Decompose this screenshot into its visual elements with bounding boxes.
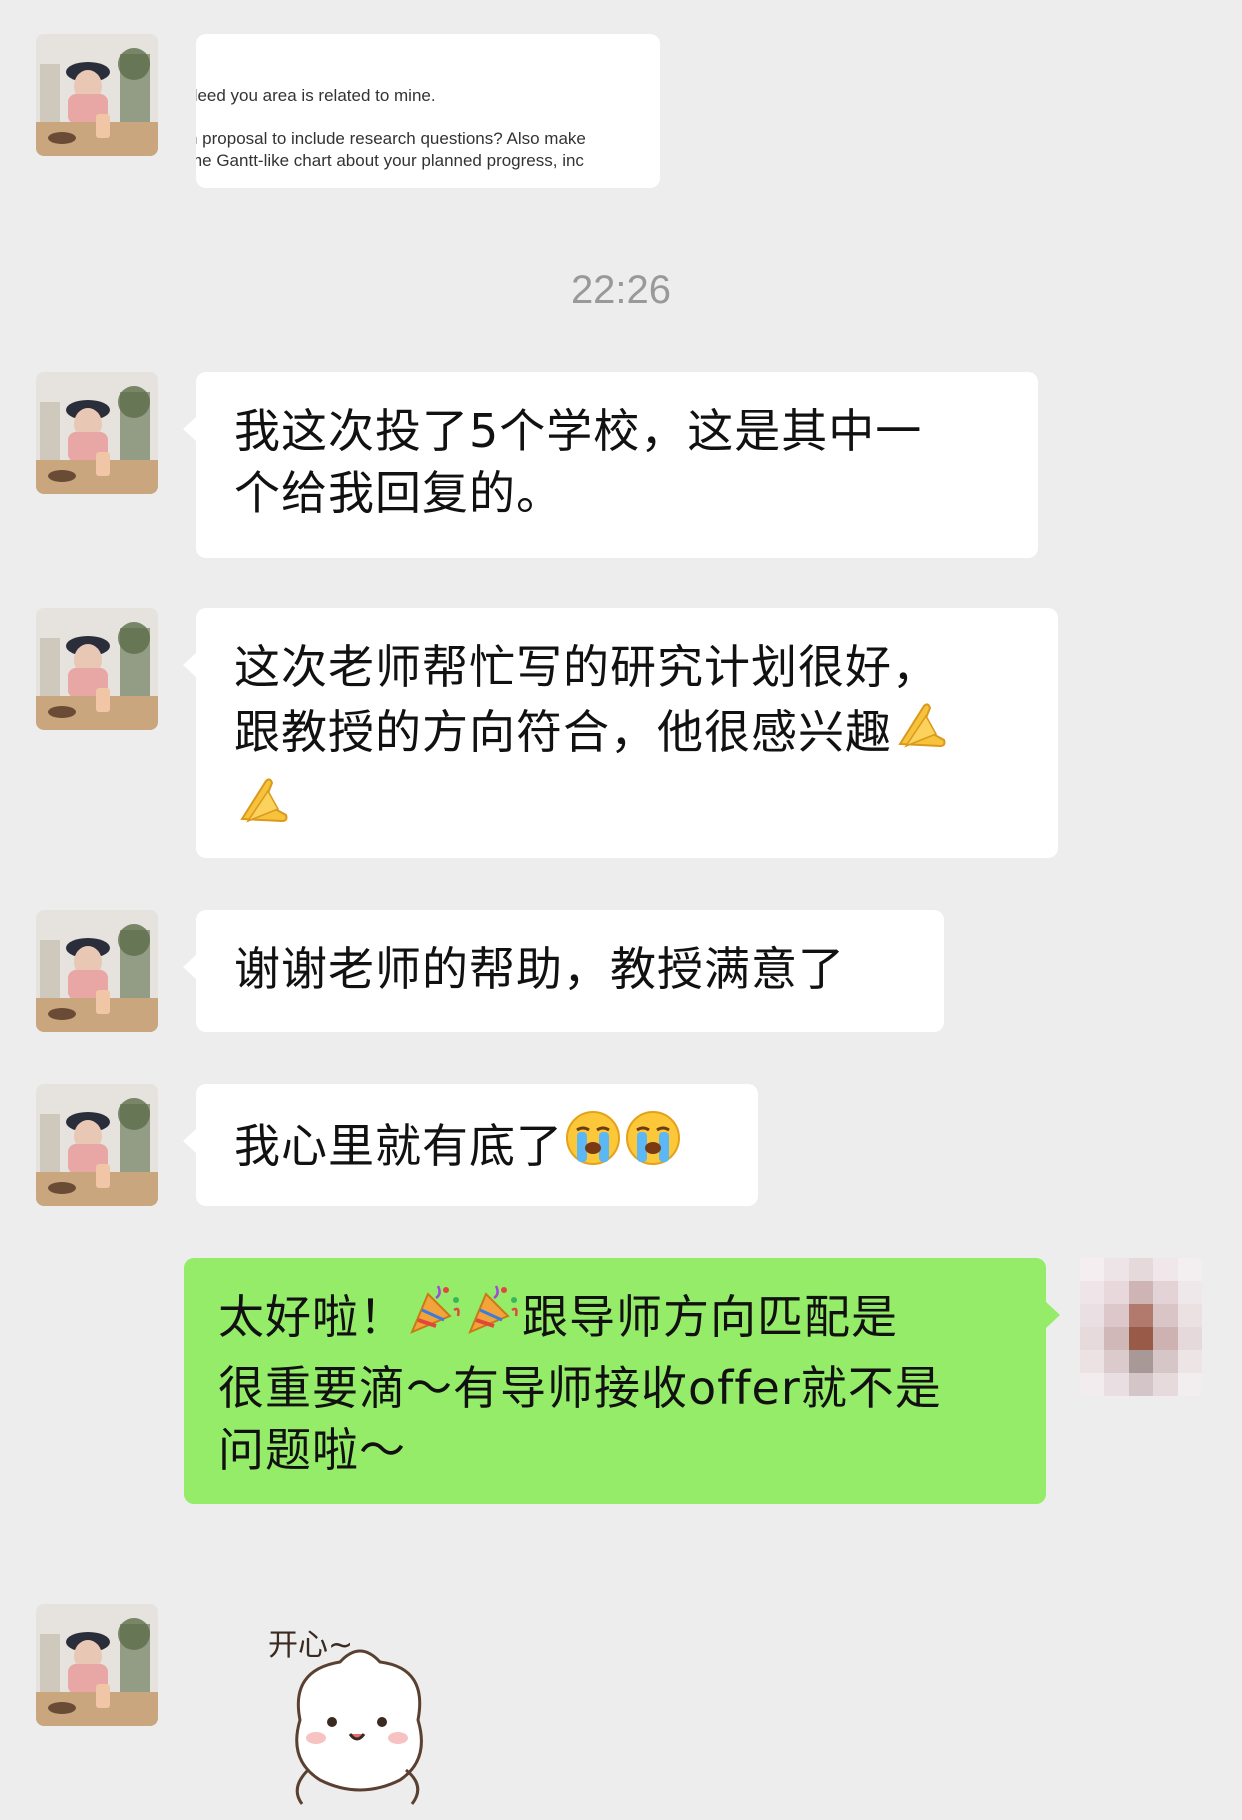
message-text: 跟导师方向匹配是 — [522, 1290, 898, 1344]
sticker-message[interactable]: 开心~ — [250, 1610, 470, 1820]
image-message[interactable]: deed you area is related to mine. h prop… — [196, 34, 660, 188]
loudly-crying-face-icon — [563, 1108, 623, 1183]
message-bubble[interactable]: 这次老师帮忙写的研究计划很好， 跟教授的方向符合，他很感兴趣 — [183, 608, 1058, 858]
message-text: 很重要滴～有导师接收offer就不是 — [218, 1361, 942, 1415]
message-bubble[interactable]: 谢谢老师的帮助，教授满意了 — [183, 910, 944, 1032]
my-message-bubble[interactable]: 太好啦！ 跟导师方向匹配是 很重要滴～有导师接收offer就不是 问题啦～ — [184, 1258, 1060, 1504]
party-popper-icon — [406, 1280, 464, 1353]
contact-avatar[interactable] — [36, 1604, 158, 1726]
message-text: 我这次投了5个学校，这是其中一 — [234, 404, 923, 458]
message-text: 这次老师帮忙写的研究计划很好， — [234, 640, 939, 694]
cute-bun-sticker-icon — [295, 1649, 423, 1805]
loudly-crying-face-icon — [623, 1108, 683, 1183]
message-bubble[interactable]: 我心里就有底了 — [183, 1084, 758, 1206]
message-text: 问题啦～ — [218, 1423, 406, 1477]
party-popper-icon — [464, 1280, 522, 1353]
image-message-line: deed you area is related to mine. — [196, 86, 436, 105]
message-timestamp: 22:26 — [570, 268, 672, 312]
image-message-line: me Gantt-like chart about your planned p… — [196, 151, 584, 170]
message-text: 个给我回复的。 — [234, 466, 563, 520]
folded-hands-icon — [234, 769, 294, 844]
contact-avatar[interactable] — [36, 608, 158, 730]
message-text: 谢谢老师的帮助，教授满意了 — [234, 942, 845, 996]
message-text: 太好啦！ — [218, 1290, 406, 1344]
folded-hands-icon — [892, 694, 952, 769]
message-text: 我心里就有底了 — [234, 1119, 563, 1173]
image-message-line: h proposal to include research questions… — [196, 129, 586, 148]
contact-avatar[interactable] — [36, 372, 158, 494]
contact-avatar[interactable] — [36, 1084, 158, 1206]
contact-avatar[interactable] — [36, 910, 158, 1032]
my-avatar[interactable] — [1080, 1258, 1202, 1396]
contact-avatar[interactable] — [36, 34, 158, 156]
message-bubble[interactable]: 我这次投了5个学校，这是其中一 个给我回复的。 — [183, 372, 1038, 558]
message-text: 跟教授的方向符合，他很感兴趣 — [234, 705, 892, 759]
